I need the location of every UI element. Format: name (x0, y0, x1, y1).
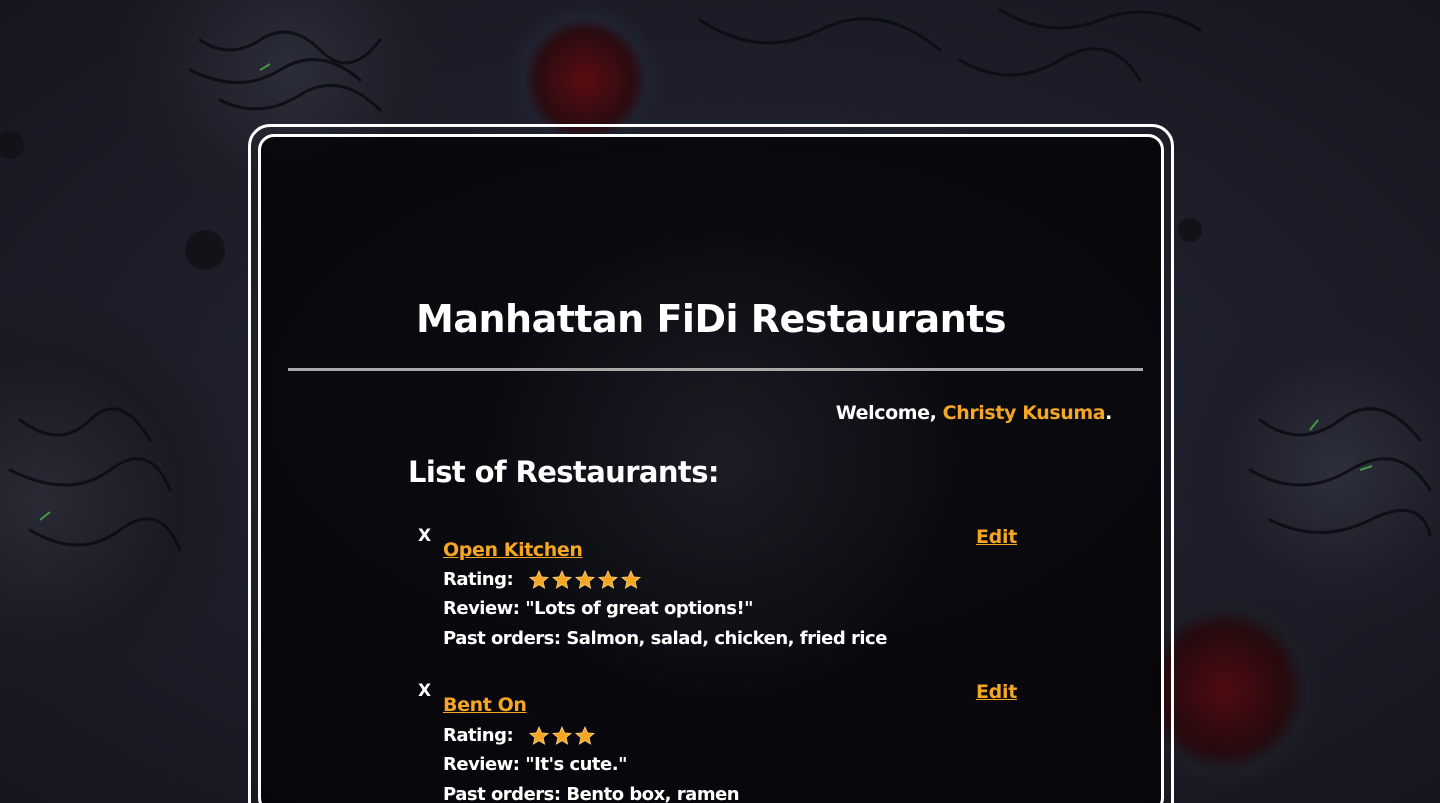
restaurants-card: Manhattan FiDi Restaurants Welcome, Chri… (248, 124, 1174, 803)
star-icon (551, 569, 572, 589)
delete-restaurant-button[interactable]: X (418, 681, 431, 701)
star-icon (574, 725, 595, 745)
page-title: Manhattan FiDi Restaurants (416, 297, 1006, 341)
rating-label: Rating: (443, 569, 514, 590)
welcome-message: Welcome, Christy Kusuma. (835, 402, 1113, 424)
rating-label: Rating: (443, 725, 514, 746)
rating-stars (528, 568, 644, 589)
review-text: "Lots of great options!" (525, 598, 754, 619)
past-orders-text: Bento box, ramen (566, 784, 740, 803)
star-icon (597, 569, 618, 589)
rating-row: Rating: (443, 568, 644, 590)
past-orders-text: Salmon, salad, chicken, fried rice (566, 628, 887, 649)
title-divider (288, 368, 1143, 371)
restaurant-item-open-kitchen: X Edit Open Kitchen Rating: Review: "Lot… (418, 526, 1018, 656)
past-orders-row: Past orders: Bento box, ramen (443, 784, 740, 803)
edit-restaurant-link[interactable]: Edit (976, 526, 1017, 548)
list-heading: List of Restaurants: (408, 455, 719, 489)
rating-row: Rating: (443, 724, 598, 746)
review-label: Review: (443, 598, 526, 619)
past-orders-label: Past orders: (443, 628, 567, 649)
restaurant-name-link[interactable]: Bent On (443, 694, 527, 716)
restaurant-item-bent-on: X Edit Bent On Rating: Review: "It's cut… (418, 681, 1018, 803)
review-row: Review: "It's cute." (443, 754, 627, 775)
star-icon (528, 725, 549, 745)
welcome-prefix: Welcome, (835, 402, 943, 424)
star-icon (551, 725, 572, 745)
past-orders-label: Past orders: (443, 784, 567, 803)
star-icon (528, 569, 549, 589)
review-row: Review: "Lots of great options!" (443, 598, 754, 619)
review-label: Review: (443, 754, 526, 775)
star-icon (574, 569, 595, 589)
welcome-suffix: . (1105, 402, 1112, 424)
card-inner-panel: Manhattan FiDi Restaurants Welcome, Chri… (258, 134, 1164, 803)
restaurant-name-link[interactable]: Open Kitchen (443, 539, 583, 561)
review-text: "It's cute." (525, 754, 627, 775)
delete-restaurant-button[interactable]: X (418, 526, 431, 546)
past-orders-row: Past orders: Salmon, salad, chicken, fri… (443, 628, 887, 649)
rating-stars (528, 724, 598, 745)
edit-restaurant-link[interactable]: Edit (976, 681, 1017, 703)
user-name: Christy Kusuma (942, 402, 1106, 424)
star-icon (620, 569, 641, 589)
